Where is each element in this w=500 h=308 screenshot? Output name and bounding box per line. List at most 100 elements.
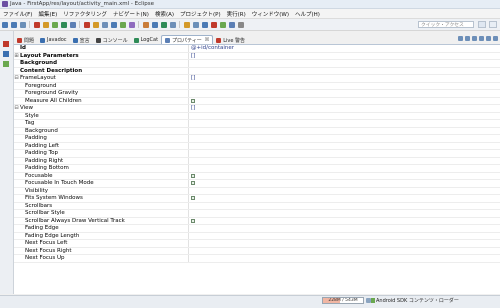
property-value-cell[interactable]: [] [189, 53, 500, 60]
property-row[interactable]: Scrollbars [14, 202, 500, 210]
view-menu-icon[interactable] [479, 36, 484, 41]
run-green-icon[interactable] [51, 21, 58, 28]
property-row[interactable]: Padding Bottom [14, 165, 500, 173]
property-value-cell[interactable] [189, 173, 500, 180]
property-value-cell[interactable] [189, 135, 500, 142]
property-value-cell[interactable] [189, 255, 500, 262]
outline-icon[interactable] [3, 51, 9, 57]
property-value-cell[interactable] [189, 98, 500, 105]
property-value-cell[interactable] [189, 165, 500, 172]
property-value-cell[interactable] [189, 113, 500, 120]
property-row[interactable]: Content Description [14, 67, 500, 75]
task-icon[interactable] [210, 21, 217, 28]
heap-status[interactable]: 228M / 543M [322, 297, 364, 304]
new-java-project-icon[interactable] [69, 21, 76, 28]
property-row[interactable]: Measure All Children [14, 97, 500, 105]
property-row[interactable]: Visibility [14, 187, 500, 195]
checkbox-icon[interactable] [191, 181, 195, 186]
property-value-cell[interactable] [189, 128, 500, 135]
close-tab-icon[interactable]: ☒ [205, 37, 209, 43]
back-icon[interactable] [183, 21, 190, 28]
property-value-cell[interactable] [189, 68, 500, 75]
maximize-icon[interactable] [493, 36, 498, 41]
property-value-cell[interactable]: [] [189, 75, 500, 82]
run-icon[interactable] [42, 21, 49, 28]
property-row[interactable]: ⊞ Layout Parameters[] [14, 52, 500, 60]
print-icon[interactable] [19, 21, 26, 28]
java-perspective-button[interactable] [478, 21, 486, 28]
menu-item-7[interactable]: ウィンドウ(W) [249, 10, 292, 18]
property-row[interactable]: Fading Edge [14, 225, 500, 233]
avd-manager-icon[interactable] [128, 21, 135, 28]
tab-2[interactable]: 宣言 [70, 36, 93, 44]
synchronize-icon[interactable] [219, 21, 226, 28]
property-row[interactable]: Next Focus Right [14, 247, 500, 255]
property-row[interactable]: Focusable In Touch Mode [14, 180, 500, 188]
ddms-perspective-button[interactable] [489, 21, 497, 28]
lint-icon[interactable] [142, 21, 149, 28]
property-value-cell[interactable] [189, 210, 500, 217]
open-type-icon[interactable] [101, 21, 108, 28]
property-row[interactable]: Tag [14, 120, 500, 128]
next-annotation-icon[interactable] [160, 21, 167, 28]
property-row[interactable]: Next Focus Up [14, 255, 500, 263]
checkbox-icon[interactable] [191, 218, 195, 223]
property-value-cell[interactable] [189, 240, 500, 247]
property-value-cell[interactable] [189, 218, 500, 225]
property-row[interactable]: Background [14, 127, 500, 135]
property-row[interactable]: Padding Right [14, 157, 500, 165]
property-row[interactable]: Next Focus Left [14, 240, 500, 248]
new-icon[interactable] [1, 21, 8, 28]
save-icon[interactable] [10, 21, 17, 28]
menu-item-6[interactable]: 実行(R) [224, 10, 249, 18]
property-row[interactable]: Foreground [14, 82, 500, 90]
new-class-icon[interactable] [92, 21, 99, 28]
checkbox-icon[interactable] [191, 173, 195, 178]
property-value-cell[interactable] [189, 233, 500, 240]
property-row[interactable]: Padding [14, 135, 500, 143]
property-row[interactable]: Scrollbar Always Draw Vertical Track [14, 217, 500, 225]
property-row[interactable]: Scrollbar Style [14, 210, 500, 218]
property-value-cell[interactable] [189, 83, 500, 90]
property-row[interactable]: Padding Left [14, 142, 500, 150]
open-perspective-icon[interactable] [228, 21, 235, 28]
debug-icon[interactable] [33, 21, 40, 28]
property-row[interactable]: Fits System Windows [14, 195, 500, 203]
new-package-icon[interactable] [83, 21, 90, 28]
problems-icon[interactable] [3, 41, 9, 47]
property-row[interactable]: Id @+id/container [14, 45, 500, 53]
menu-item-4[interactable]: 検索(A) [152, 10, 177, 18]
property-value-cell[interactable] [189, 120, 500, 127]
tab-5[interactable]: プロパティー ☒ [161, 35, 214, 44]
search-icon[interactable] [110, 21, 117, 28]
restore-defaults-icon[interactable] [472, 36, 477, 41]
property-value-cell[interactable] [189, 60, 500, 67]
android-sdk-manager-icon[interactable] [119, 21, 126, 28]
tab-3[interactable]: コンソール [93, 36, 131, 44]
menu-item-0[interactable]: ファイル(F) [0, 10, 35, 18]
misc-icon[interactable] [237, 21, 244, 28]
property-value-cell[interactable] [189, 195, 500, 202]
menu-item-1[interactable]: 編集(E) [35, 10, 60, 18]
tab-4[interactable]: LogCat [131, 36, 161, 44]
property-value-cell[interactable] [189, 203, 500, 210]
menu-item-2[interactable]: リファクタリング [60, 10, 110, 18]
property-value-cell[interactable] [189, 158, 500, 165]
property-value-cell[interactable] [189, 143, 500, 150]
tab-6[interactable]: Live 警告 [213, 36, 248, 44]
property-value-cell[interactable] [189, 225, 500, 232]
checkbox-icon[interactable] [191, 98, 195, 103]
prev-annotation-icon[interactable] [169, 21, 176, 28]
minimize-icon[interactable] [486, 36, 491, 41]
property-row[interactable]: Style [14, 112, 500, 120]
property-value-cell[interactable] [189, 248, 500, 255]
package-icon[interactable] [3, 61, 9, 67]
forward-icon[interactable] [192, 21, 199, 28]
property-value-cell[interactable] [189, 150, 500, 157]
property-row[interactable]: Background [14, 60, 500, 68]
external-tools-icon[interactable] [60, 21, 67, 28]
property-row[interactable]: Padding Top [14, 150, 500, 158]
categories-icon[interactable] [458, 36, 463, 41]
property-row[interactable]: Foreground Gravity [14, 90, 500, 98]
property-row[interactable]: ⊟ FrameLayout[] [14, 75, 500, 83]
